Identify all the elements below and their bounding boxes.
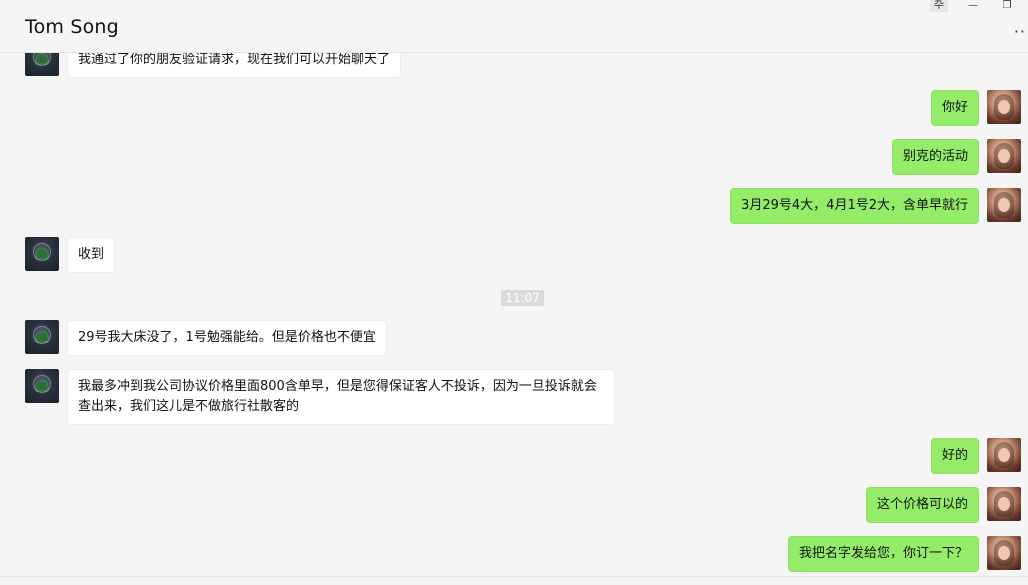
message-bubble[interactable]: 29号我大床没了，1号勉强能给。但是价格也不便宜	[67, 320, 387, 356]
message-bubble[interactable]: 好的	[930, 438, 979, 474]
restore-icon[interactable]: ❐	[998, 0, 1016, 12]
contact-avatar[interactable]	[25, 237, 59, 271]
contact-avatar[interactable]	[25, 369, 59, 403]
message-row: 3月29号4大，4月1号2大，含单早就行	[730, 188, 1021, 224]
message-row: 别克的活动	[891, 139, 1021, 175]
message-row: 我通过了你的朋友验证请求，现在我们可以开始聊天了	[25, 53, 402, 78]
message-bubble[interactable]: 我通过了你的朋友验证请求，现在我们可以开始聊天了	[67, 53, 402, 78]
message-list[interactable]: 我通过了你的朋友验证请求，现在我们可以开始聊天了 你好 别克的活动 3月29号4…	[0, 53, 1028, 575]
my-avatar[interactable]	[987, 536, 1021, 570]
window-controls: 卆 — ❐	[930, 0, 1016, 12]
minimize-icon[interactable]: —	[964, 0, 982, 12]
message-row: 我把名字发给您，你订一下？	[787, 536, 1021, 572]
my-avatar[interactable]	[987, 139, 1021, 173]
my-avatar[interactable]	[987, 188, 1021, 222]
my-avatar[interactable]	[987, 438, 1021, 472]
more-options-icon[interactable]: ··	[1014, 22, 1026, 41]
pin-icon[interactable]: 卆	[930, 0, 948, 12]
contact-avatar[interactable]	[25, 53, 59, 76]
message-bubble[interactable]: 你好	[930, 90, 979, 126]
message-row: 收到	[25, 237, 116, 273]
chat-header: Tom Song 卆 — ❐ ··	[0, 0, 1028, 53]
message-bubble[interactable]: 我最多冲到我公司协议价格里面800含单早，但是您得保证客人不投诉，因为一旦投诉就…	[67, 369, 615, 425]
contact-avatar[interactable]	[25, 320, 59, 354]
message-bubble[interactable]: 我把名字发给您，你订一下？	[787, 536, 979, 572]
message-bubble[interactable]: 这个价格可以的	[865, 487, 979, 523]
contact-name: Tom Song	[25, 16, 119, 38]
message-bubble[interactable]: 别克的活动	[891, 139, 979, 175]
timestamp-divider: 11:07	[501, 290, 544, 306]
message-row: 你好	[930, 90, 1021, 126]
my-avatar[interactable]	[987, 90, 1021, 124]
message-bubble[interactable]: 3月29号4大，4月1号2大，含单早就行	[730, 188, 979, 224]
message-bubble[interactable]: 收到	[67, 237, 116, 273]
message-row: 29号我大床没了，1号勉强能给。但是价格也不便宜	[25, 320, 387, 356]
input-divider	[0, 576, 1028, 577]
message-row: 我最多冲到我公司协议价格里面800含单早，但是您得保证客人不投诉，因为一旦投诉就…	[25, 369, 615, 425]
chat-window: Tom Song 卆 — ❐ ·· 我通过了你的朋友验证请求，现在我们可以开始聊…	[0, 0, 1028, 585]
message-row: 这个价格可以的	[865, 487, 1021, 523]
my-avatar[interactable]	[987, 487, 1021, 521]
message-row: 好的	[930, 438, 1021, 474]
